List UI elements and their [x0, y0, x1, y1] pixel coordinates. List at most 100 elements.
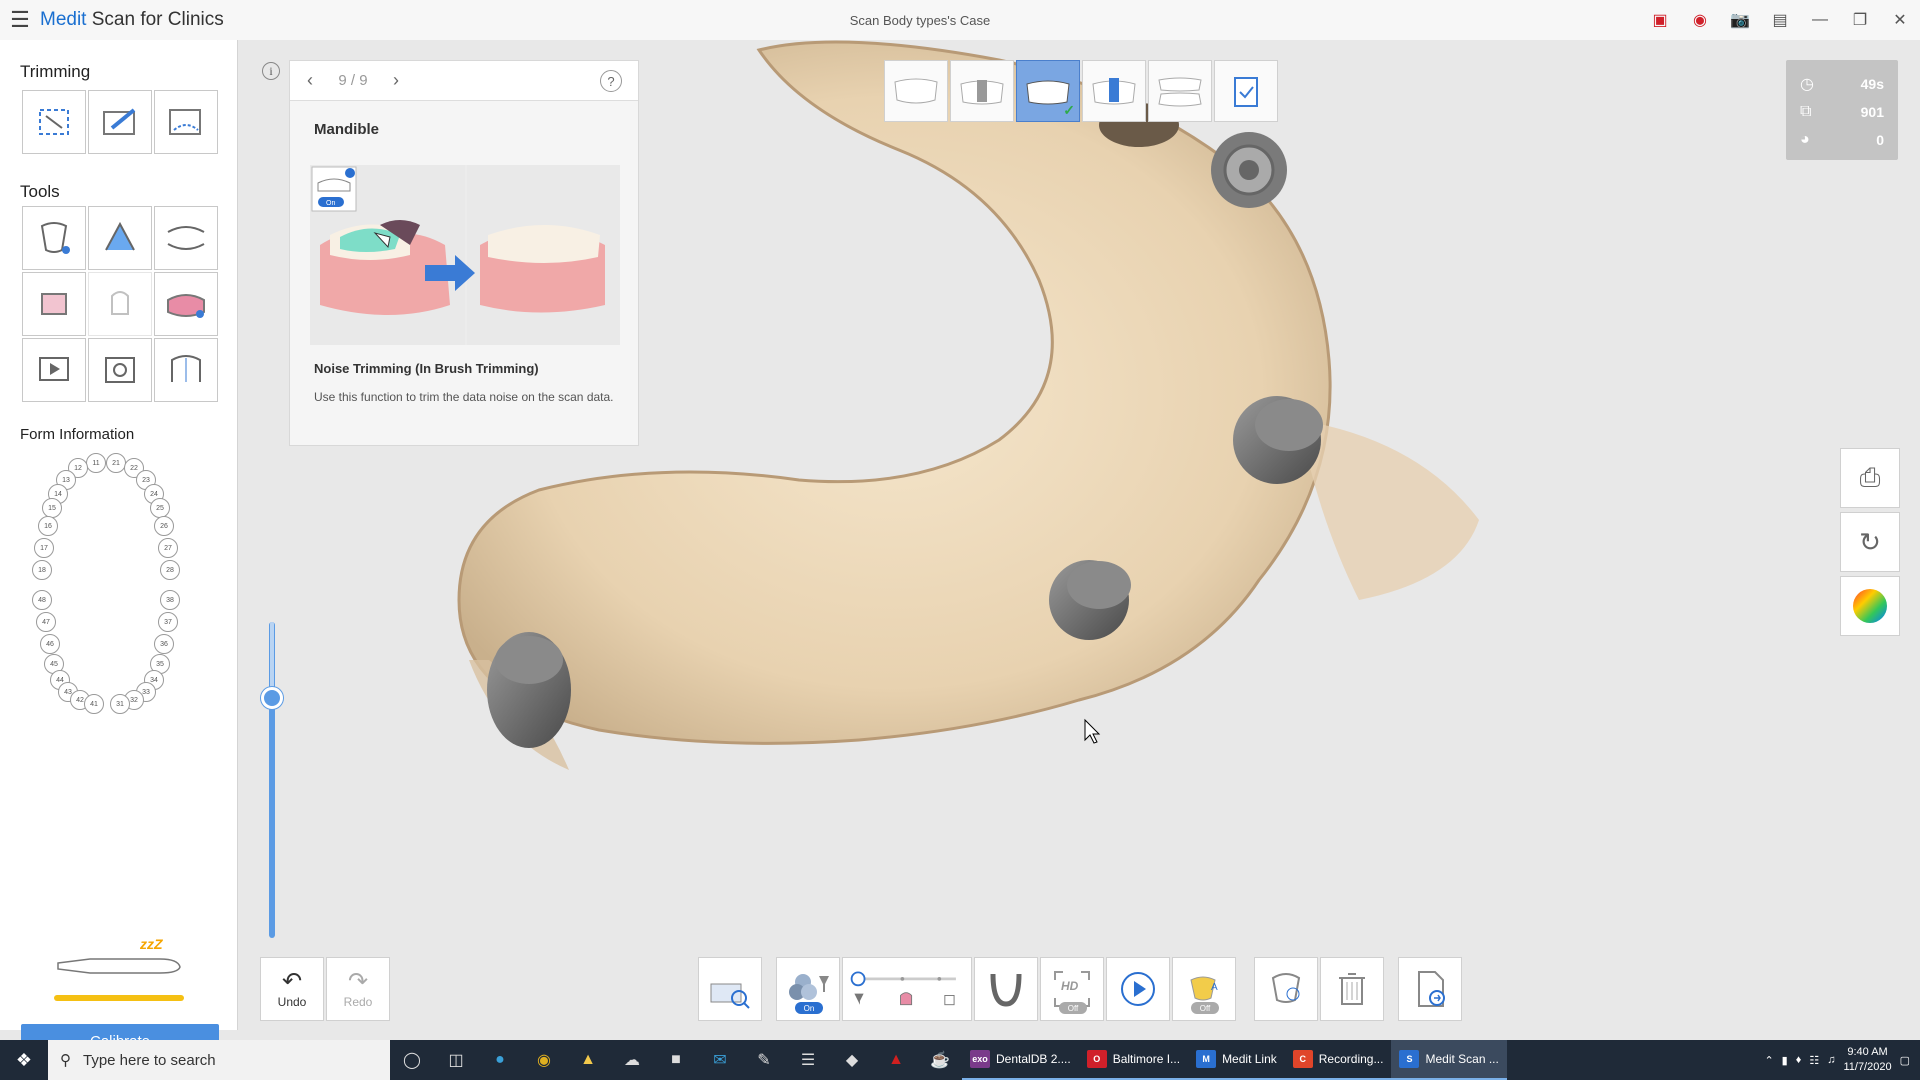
tray-chevron-icon[interactable]: ⌃ [1764, 1054, 1773, 1067]
stage-mandible[interactable]: ✓ [1016, 60, 1080, 122]
help-icon[interactable]: ? [600, 70, 622, 92]
gingiva-tool[interactable] [154, 272, 218, 336]
tooth-sparkle-icon [1271, 973, 1301, 1003]
selection-trim-tool[interactable] [22, 90, 86, 154]
dropbox-icon[interactable]: ♦ [1796, 1054, 1802, 1066]
app-stack-icon[interactable]: ☰ [786, 1040, 830, 1080]
store-icon[interactable]: ■ [654, 1040, 698, 1080]
windows-start-icon[interactable]: ❖ [0, 1040, 48, 1080]
color-toggle-button[interactable] [1840, 576, 1900, 636]
capture-area-icon[interactable]: ▣ [1640, 0, 1680, 40]
restore-icon[interactable]: ❐ [1840, 0, 1880, 40]
filter-slider-handle[interactable] [261, 687, 283, 709]
tooth-47[interactable]: 47 [36, 612, 56, 632]
taskbar-app[interactable]: S Medit Scan ... [1391, 1040, 1507, 1080]
tooth-15[interactable]: 15 [42, 498, 62, 518]
arch-button[interactable] [974, 957, 1038, 1021]
hd-button[interactable]: HD Off [1040, 957, 1104, 1021]
taskbar-app[interactable]: O Baltimore I... [1078, 1040, 1189, 1080]
stage-maxilla-scan-body[interactable] [950, 60, 1014, 122]
tooth-16[interactable]: 16 [38, 516, 58, 536]
tooth-41[interactable]: 41 [84, 694, 104, 714]
filter-toggle-button[interactable]: On [776, 957, 840, 1021]
windows-taskbar: ❖ ⚲ Type here to search ◯ ◫ ● ◉ ▲ ☁ ■ ✉ … [0, 1040, 1920, 1080]
tooth-17[interactable]: 17 [34, 538, 54, 558]
smart-scan-button[interactable] [698, 957, 762, 1021]
filezilla-icon[interactable]: ▲ [874, 1040, 918, 1080]
margin-tool[interactable] [22, 272, 86, 336]
tooth-38[interactable]: 38 [160, 590, 180, 610]
replay-tool[interactable] [22, 338, 86, 402]
curve-trim-tool[interactable] [154, 90, 218, 154]
tooth-chart[interactable]: 11 21 12 22 13 23 14 24 15 25 16 26 17 27 18 28 48 38 47 37… [20, 452, 220, 812]
tooth-18[interactable]: 18 [32, 560, 52, 580]
system-clock[interactable]: 9:40 AM 11/7/2020 [1843, 1045, 1891, 1075]
taskbar-app[interactable]: M Medit Link [1188, 1040, 1285, 1080]
tooth-27[interactable]: 27 [158, 538, 178, 558]
file-explorer-icon[interactable]: ▲ [566, 1040, 610, 1080]
tooth-48[interactable]: 48 [32, 590, 52, 610]
reliability-map-tool[interactable] [88, 206, 152, 270]
taskbar-search[interactable]: ⚲ Type here to search [48, 1040, 390, 1080]
volume-icon[interactable]: ♫ [1827, 1054, 1835, 1066]
record-icon[interactable]: ◉ [1680, 0, 1720, 40]
screenshot-icon[interactable]: 📷 [1720, 0, 1760, 40]
tooth-37[interactable]: 37 [158, 612, 178, 632]
occlusion-tool[interactable] [154, 206, 218, 270]
stage-review[interactable] [1214, 60, 1278, 122]
filter-options[interactable] [842, 957, 972, 1021]
abutment-tool[interactable] [88, 272, 152, 336]
taskbar-app[interactable]: exo DentalDB 2.... [962, 1040, 1079, 1080]
next-tip-button[interactable]: › [376, 61, 416, 101]
brush-trim-tool[interactable] [88, 90, 152, 154]
cortana-icon[interactable]: ◯ [390, 1040, 434, 1080]
network-icon[interactable]: ☷ [1809, 1054, 1819, 1067]
tooth-21[interactable]: 21 [106, 453, 126, 473]
tooth-31[interactable]: 31 [110, 694, 130, 714]
photos-icon[interactable]: ☁ [610, 1040, 654, 1080]
capture-tool[interactable] [88, 338, 152, 402]
tooth-46[interactable]: 46 [40, 634, 60, 654]
stage-occlusion[interactable] [1148, 60, 1212, 122]
battery-icon[interactable]: ▮ [1782, 1054, 1788, 1067]
hamburger-menu-icon[interactable]: ☰ [0, 0, 40, 40]
app-pin-icon[interactable]: ◆ [830, 1040, 874, 1080]
tooth-26[interactable]: 26 [154, 516, 174, 536]
task-view-icon[interactable]: ◫ [434, 1040, 478, 1080]
chrome-icon[interactable]: ◉ [522, 1040, 566, 1080]
measure-tool[interactable] [154, 338, 218, 402]
minimize-icon[interactable]: — [1800, 0, 1840, 40]
delete-button[interactable] [1320, 957, 1384, 1021]
clear-data-button[interactable] [1254, 957, 1318, 1021]
next-step-button[interactable] [1398, 957, 1462, 1021]
redo-label: Redo [343, 995, 373, 1009]
stage-mandible-scan-body[interactable] [1082, 60, 1146, 122]
taskbar-app[interactable]: C Recording... [1284, 1040, 1392, 1080]
reset-view-button[interactable]: ↻ [1840, 512, 1900, 572]
app-title: Medit Scan for Clinics [40, 9, 224, 31]
tooth-28[interactable]: 28 [160, 560, 180, 580]
undo-button[interactable]: ↶ Undo [260, 957, 324, 1021]
lock-scan-tool[interactable] [22, 206, 86, 270]
paint-icon[interactable]: ✎ [742, 1040, 786, 1080]
feature-name: Noise Trimming (In Brush Trimming) [314, 361, 539, 376]
edge-icon[interactable]: ● [478, 1040, 522, 1080]
lasso-select-icon [39, 109, 69, 135]
notifications-icon[interactable]: ▢ [1900, 1054, 1910, 1067]
tooth-25[interactable]: 25 [150, 498, 170, 518]
tools-grid [22, 206, 218, 402]
tooth-36[interactable]: 36 [154, 634, 174, 654]
previous-tip-button[interactable]: ‹ [290, 61, 330, 101]
mail-icon[interactable]: ✉ [698, 1040, 742, 1080]
tooth-11[interactable]: 11 [86, 453, 106, 473]
info-icon[interactable]: i [262, 62, 280, 80]
gallery-icon[interactable]: ▤ [1760, 0, 1800, 40]
video-camera-button[interactable]: ⎙ [1840, 448, 1900, 508]
ai-scan-button[interactable]: A Off [1172, 957, 1236, 1021]
play-button[interactable] [1106, 957, 1170, 1021]
close-icon[interactable]: ✕ [1880, 0, 1920, 40]
stage-maxilla[interactable] [884, 60, 948, 122]
maxilla-scan-body-icon [960, 80, 1004, 105]
redo-button[interactable]: ↷ Redo [326, 957, 390, 1021]
coffee-icon[interactable]: ☕ [918, 1040, 962, 1080]
